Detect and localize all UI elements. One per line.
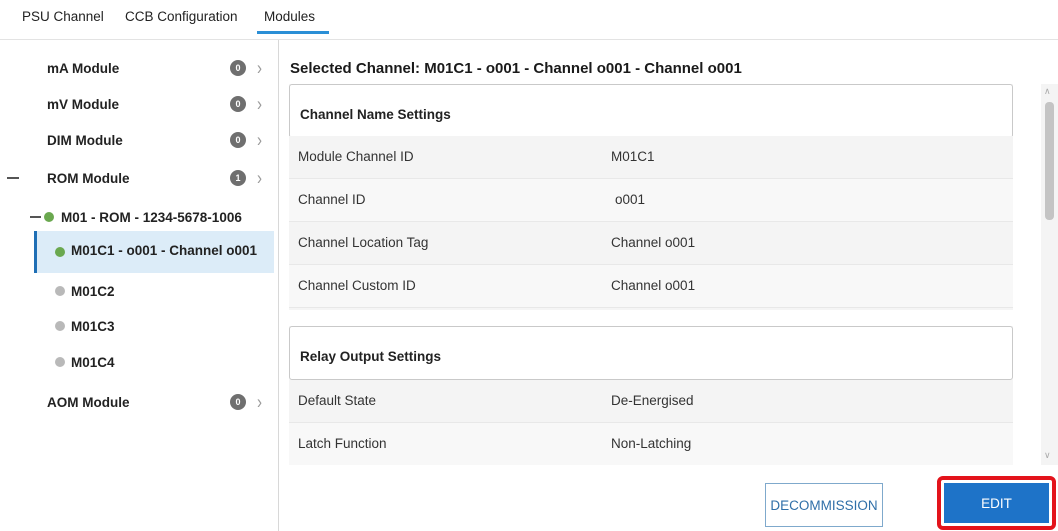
section-title: Relay Output Settings	[300, 349, 442, 364]
settings-row: Default State De-Energised	[289, 380, 1013, 423]
section-title: Channel Name Settings	[300, 107, 451, 122]
settings-row: Latch Function Non-Latching	[289, 423, 1013, 465]
pane-divider	[278, 40, 279, 531]
setting-key: Channel Custom ID	[298, 278, 416, 293]
setting-value: Non-Latching	[611, 436, 692, 451]
chevron-right-icon[interactable]: ›	[257, 391, 262, 413]
status-dot-icon	[55, 247, 65, 257]
scroll-up-icon[interactable]: ∧	[1044, 86, 1051, 97]
chevron-right-icon[interactable]: ›	[257, 57, 262, 79]
tree-item-channel[interactable]: M01C3	[0, 308, 278, 344]
tree-item-label: M01C4	[71, 354, 115, 370]
details-panel: Channel Name Settings Module Channel ID …	[289, 84, 1041, 465]
chevron-right-icon[interactable]: ›	[257, 167, 262, 189]
scroll-thumb[interactable]	[1045, 102, 1054, 220]
tree-item-mv-module[interactable]: mV Module 0 ›	[0, 86, 278, 122]
status-dot-icon	[55, 357, 65, 367]
tree-item-label: M01C2	[71, 283, 115, 299]
tree-item-aom-module[interactable]: AOM Module 0 ›	[0, 384, 278, 420]
status-dot-icon	[55, 286, 65, 296]
chevron-right-icon[interactable]: ›	[257, 93, 262, 115]
tree-item-label: mA Module	[47, 60, 120, 76]
status-dot-icon	[44, 212, 54, 222]
decommission-button[interactable]: DECOMMISSION	[765, 483, 883, 527]
count-badge: 1	[230, 170, 246, 186]
tree-item-label: mV Module	[47, 96, 120, 112]
tab-ccb-configuration[interactable]: CCB Configuration	[125, 9, 238, 24]
setting-value: M01C1	[611, 149, 655, 164]
setting-key: Latch Function	[298, 436, 387, 451]
setting-value: Channel o001	[611, 235, 696, 250]
edit-button[interactable]: EDIT	[944, 483, 1049, 523]
setting-key: Channel Location Tag	[298, 235, 429, 250]
status-dot-icon	[55, 321, 65, 331]
tree-item-label: M01 - ROM - 1234-5678-1006	[61, 209, 242, 225]
selected-channel-title: Selected Channel: M01C1 - o001 - Channel…	[290, 60, 742, 77]
tab-modules[interactable]: Modules	[264, 9, 315, 24]
collapse-dash-icon[interactable]	[30, 216, 41, 218]
tab-psu-channel[interactable]: PSU Channel	[22, 9, 104, 24]
count-badge: 0	[230, 96, 246, 112]
settings-row: Channel Location Tag Channel o001	[289, 222, 1013, 265]
settings-row: Channel Custom ID Channel o001	[289, 265, 1013, 308]
tree-item-ma-module[interactable]: mA Module 0 ›	[0, 50, 278, 86]
tree-item-label: AOM Module	[47, 394, 130, 410]
details-scrollbar[interactable]: ∧ ∨	[1041, 84, 1058, 465]
count-badge: 0	[230, 394, 246, 410]
channel-name-settings-card: Channel Name Settings Module Channel ID …	[289, 84, 1013, 310]
active-tab-indicator	[257, 31, 329, 34]
section-header: Channel Name Settings	[289, 84, 1013, 138]
chevron-right-icon[interactable]: ›	[257, 129, 262, 151]
tree-item-channel-selected[interactable]: M01C1 - o001 - Channel o001	[34, 231, 274, 273]
settings-row: Module Channel ID M01C1	[289, 136, 1013, 179]
tree-item-channel[interactable]: M01C4	[0, 344, 278, 380]
setting-key: Module Channel ID	[298, 149, 414, 164]
setting-value: De-Energised	[611, 393, 694, 408]
setting-value: o001	[615, 192, 646, 207]
setting-key: Channel ID	[298, 192, 366, 207]
tree-item-channel[interactable]: M01C2	[0, 273, 278, 309]
tree-item-rom-module[interactable]: ROM Module 1 ›	[0, 160, 278, 196]
tab-bar: PSU Channel CCB Configuration Modules	[0, 0, 1058, 40]
collapse-dash-icon[interactable]	[7, 177, 19, 179]
setting-value: Channel o001	[611, 278, 696, 293]
tree-item-label: M01C1 - o001 - Channel o001	[71, 243, 258, 258]
tree-item-dim-module[interactable]: DIM Module 0 ›	[0, 122, 278, 158]
edit-button-highlight: EDIT	[937, 476, 1056, 530]
count-badge: 0	[230, 60, 246, 76]
tree-item-device[interactable]: M01 - ROM - 1234-5678-1006	[0, 199, 278, 235]
count-badge: 0	[230, 132, 246, 148]
settings-row: Channel ID o001	[289, 179, 1013, 222]
tree-item-label: M01C3	[71, 318, 115, 334]
section-header: Relay Output Settings	[289, 326, 1013, 380]
setting-key: Default State	[298, 393, 377, 408]
tree-item-label: DIM Module	[47, 132, 123, 148]
relay-output-settings-card: Relay Output Settings Default State De-E…	[289, 326, 1013, 465]
module-tree: mA Module 0 › mV Module 0 › DIM Module 0…	[0, 48, 278, 531]
scroll-down-icon[interactable]: ∨	[1044, 450, 1051, 461]
tree-item-label: ROM Module	[47, 170, 130, 186]
